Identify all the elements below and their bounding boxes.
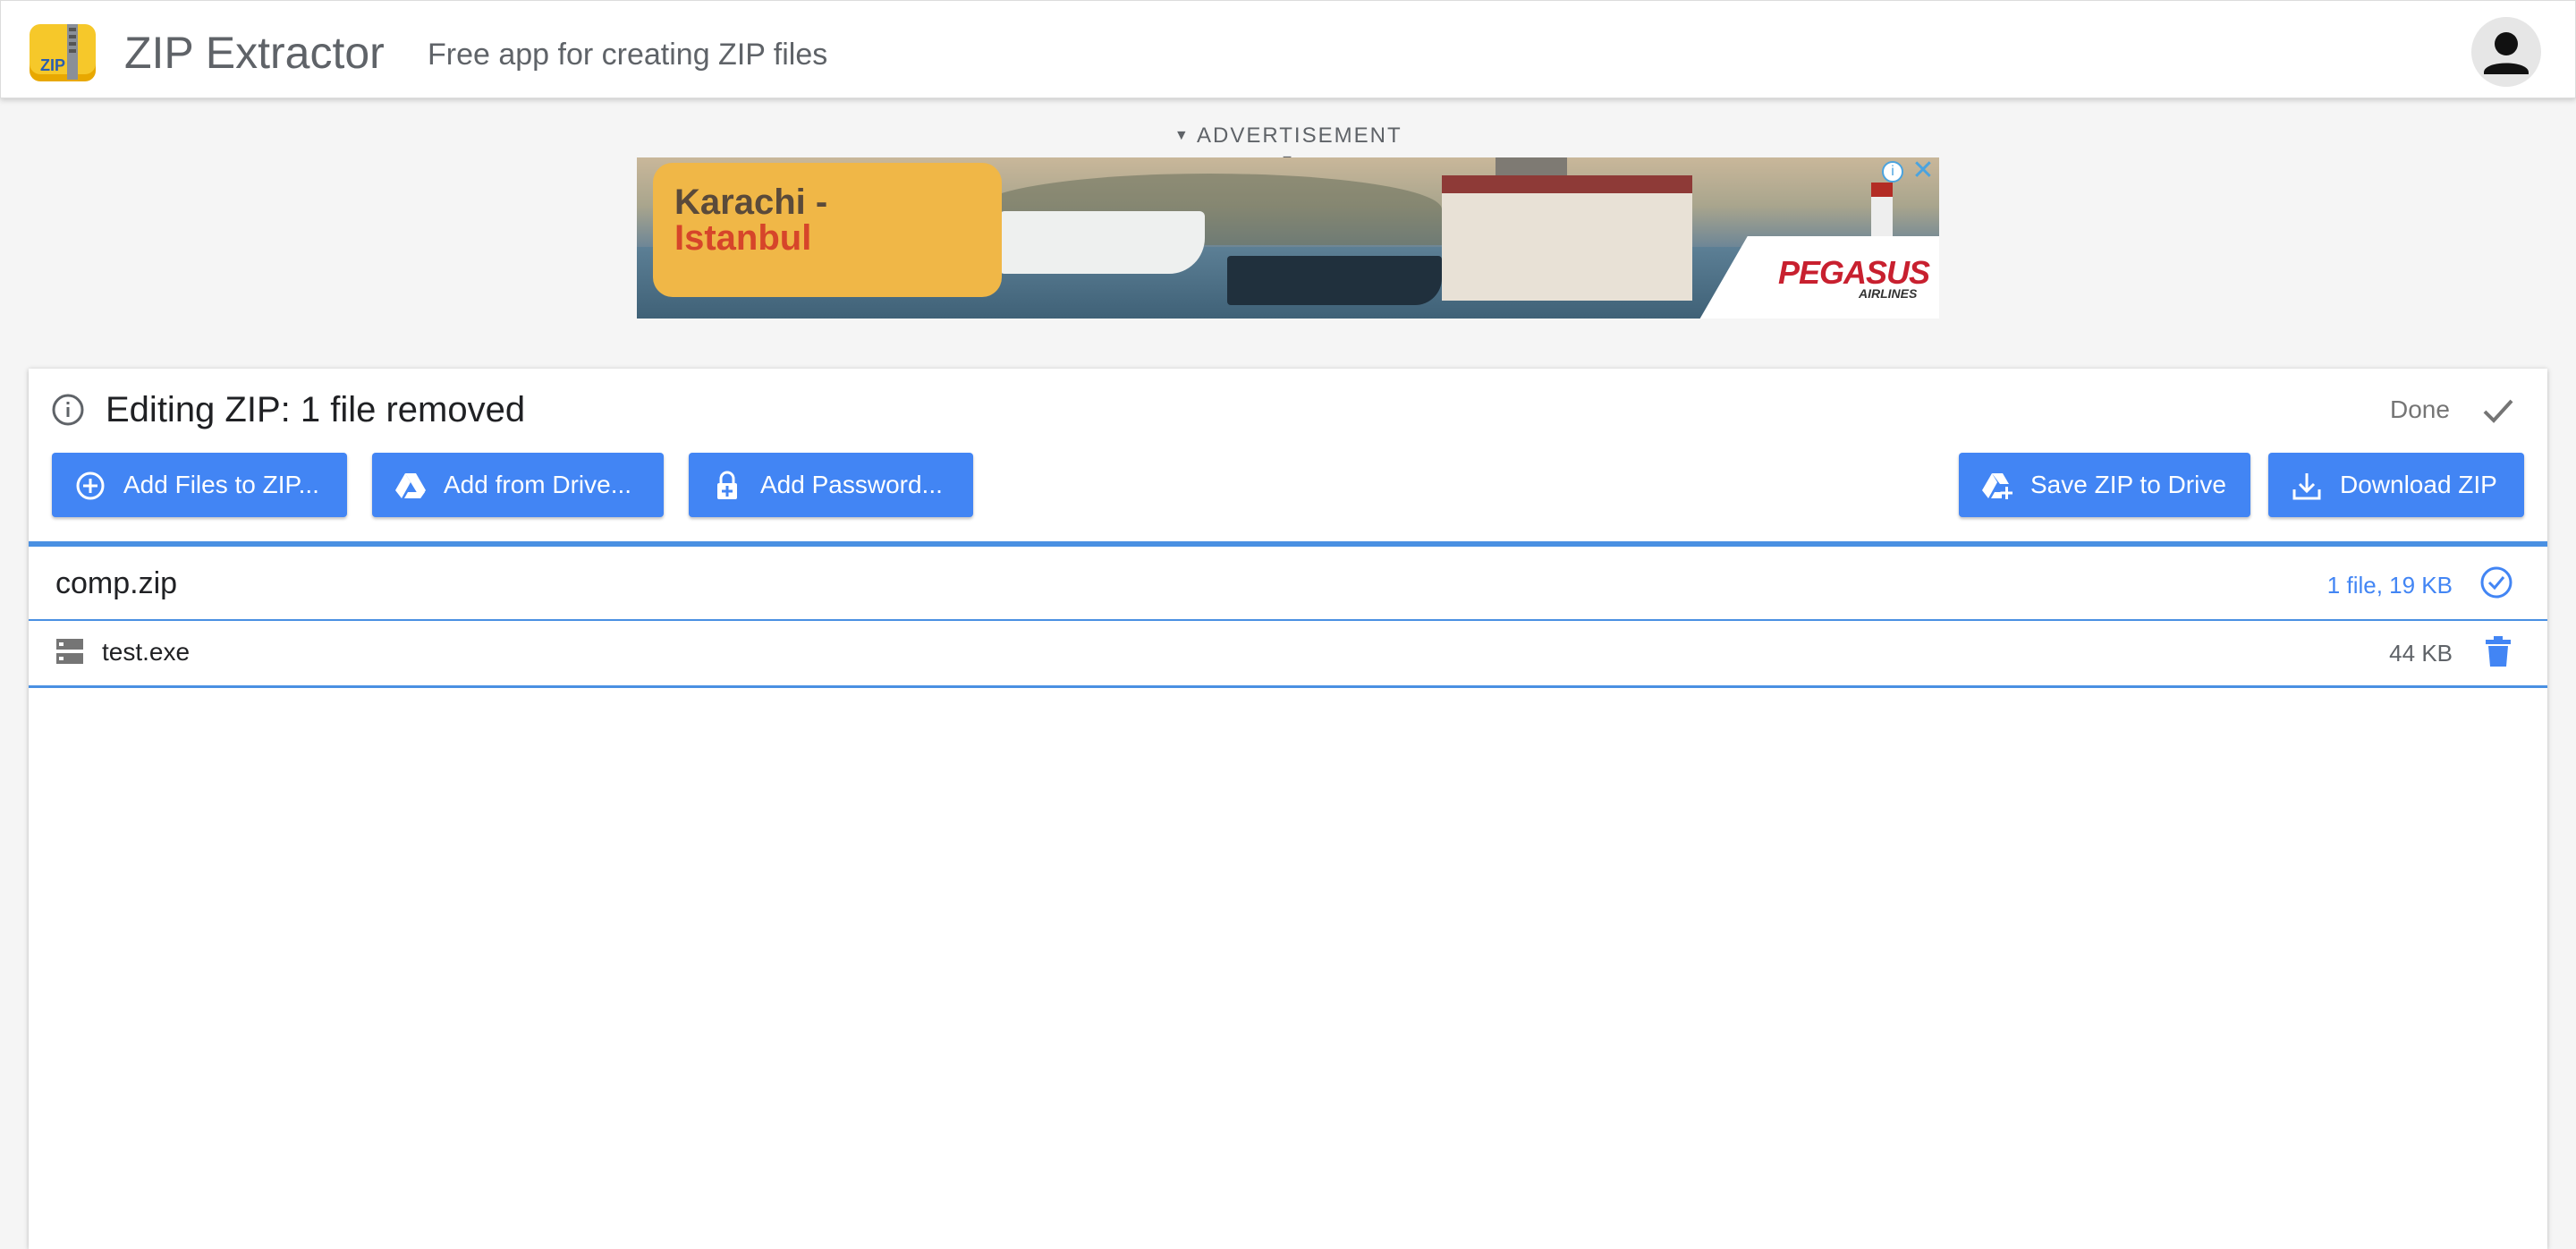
trash-icon[interactable] bbox=[2485, 635, 2512, 667]
ad-info-icon[interactable]: i bbox=[1882, 161, 1903, 183]
zip-editor-card: Editing ZIP: 1 file removed Done Add Fil… bbox=[29, 369, 2547, 1249]
account-icon bbox=[2484, 32, 2529, 74]
file-name: test.exe bbox=[102, 638, 191, 666]
zip-logo-icon[interactable]: ZIP bbox=[28, 21, 97, 83]
add-password-button[interactable]: Add Password... bbox=[689, 453, 973, 517]
save-zip-to-drive-button[interactable]: Save ZIP to Drive bbox=[1959, 453, 2250, 517]
add-files-button[interactable]: Add Files to ZIP... bbox=[52, 453, 347, 517]
info-icon bbox=[52, 394, 84, 426]
editor-title: Editing ZIP: 1 file removed bbox=[106, 390, 526, 429]
add-circle-icon bbox=[76, 472, 105, 500]
drive-icon bbox=[395, 473, 426, 498]
ad-building-image bbox=[1442, 193, 1692, 301]
file-icon bbox=[56, 639, 83, 664]
account-button[interactable] bbox=[2471, 17, 2541, 87]
ad-ferry-image bbox=[999, 211, 1205, 274]
ad-headline-box: Karachi - Istanbul bbox=[653, 163, 1002, 297]
ad-headline-line1: Karachi - bbox=[674, 183, 828, 222]
ad-banner[interactable]: Karachi - Istanbul PEGASUS AIRLINES i ✕ bbox=[637, 157, 1939, 319]
zip-file-name: comp.zip bbox=[55, 566, 178, 600]
check-circle-icon bbox=[2480, 566, 2512, 599]
download-zip-button[interactable]: Download ZIP bbox=[2268, 453, 2524, 517]
zip-summary: 1 file, 19 KB bbox=[2326, 572, 2453, 599]
toolbar-divider bbox=[29, 541, 2547, 547]
ad-brand-sub: AIRLINES bbox=[1859, 286, 1918, 301]
add-from-drive-button[interactable]: Add from Drive... bbox=[372, 453, 664, 517]
ad-headline-line2: Istanbul bbox=[674, 218, 812, 258]
row-divider bbox=[29, 685, 2547, 688]
row-divider bbox=[29, 619, 2547, 621]
app-header: ZIP ZIP Extractor Free app for creating … bbox=[0, 0, 2576, 98]
file-size: 44 KB bbox=[2389, 640, 2453, 667]
lock-icon bbox=[717, 471, 737, 499]
drive-add-icon bbox=[1982, 473, 2012, 499]
ad-boat-image bbox=[1227, 256, 1442, 305]
download-icon bbox=[2292, 473, 2321, 500]
ad-close-icon[interactable]: ✕ bbox=[1911, 157, 1936, 184]
app-title: ZIP Extractor bbox=[124, 28, 385, 78]
caret-down-icon: ▼ bbox=[1174, 128, 1191, 143]
done-button[interactable]: Done bbox=[2390, 390, 2450, 429]
check-icon[interactable] bbox=[2481, 394, 2515, 428]
svg-text:ZIP: ZIP bbox=[40, 56, 65, 74]
app-subtitle: Free app for creating ZIP files bbox=[428, 38, 828, 72]
